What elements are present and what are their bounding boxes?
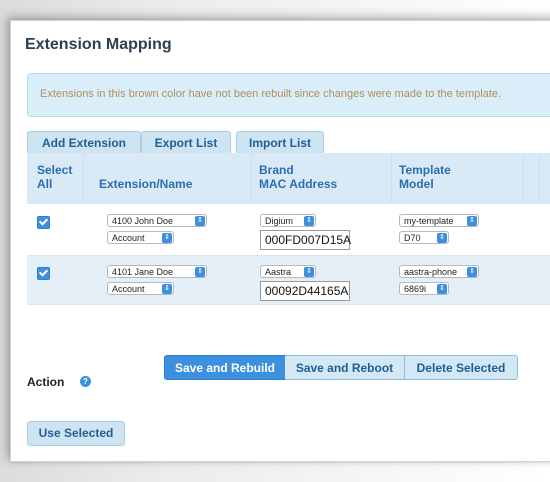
extension-mapping-panel: Extension Mapping Extensions in this bro…	[10, 20, 550, 462]
mac-address-input[interactable]: 00092D44165A	[260, 281, 350, 301]
mac-address-input[interactable]: 000FD007D15A	[260, 230, 351, 250]
export-list-button[interactable]: Export List	[141, 131, 231, 155]
chevron-updown-icon: ⇕	[162, 284, 172, 294]
save-and-rebuild-button[interactable]: Save and Rebuild	[164, 355, 286, 380]
template-select[interactable]: my-template ⇕	[399, 214, 479, 227]
account-value: Account	[112, 233, 145, 243]
template-header: Template	[399, 163, 451, 177]
chevron-updown-icon: ⇕	[437, 284, 447, 294]
brand-value: Digium	[265, 216, 294, 226]
chevron-updown-icon: ⇕	[195, 267, 205, 277]
brand-value: Aastra	[265, 267, 292, 277]
chevron-updown-icon: ⇕	[304, 267, 314, 277]
row-checkbox[interactable]	[37, 267, 50, 280]
account-select[interactable]: Account ⇕	[107, 231, 174, 244]
chevron-updown-icon: ⇕	[162, 233, 172, 243]
extension-select[interactable]: 4100 John Doe ⇕	[107, 214, 207, 227]
chevron-updown-icon: ⇕	[195, 216, 205, 226]
select-header-line2: All	[37, 177, 53, 191]
extension-name-header: Extension/Name	[99, 177, 193, 191]
info-notice: Extensions in this brown color have not …	[27, 73, 550, 117]
table-row: 4101 Jane Doe ⇕ Account ⇕ Aastra ⇕ 00092…	[27, 255, 550, 305]
brand-select[interactable]: Aastra ⇕	[260, 265, 316, 278]
action-label: Action	[27, 375, 65, 389]
help-icon[interactable]: ?	[80, 376, 91, 387]
table-header: Select All Extension/Name Brand MAC Addr…	[27, 153, 550, 203]
brand-select[interactable]: Digium ⇕	[260, 214, 316, 227]
template-model-header: Template Model	[399, 163, 451, 191]
extension-table: Select All Extension/Name Brand MAC Addr…	[27, 153, 550, 305]
extension-value: 4100 John Doe	[112, 216, 174, 226]
model-value: D70	[404, 233, 421, 243]
template-value: my-template	[404, 216, 454, 226]
chevron-updown-icon: ⇕	[467, 267, 477, 277]
extension-value: 4101 Jane Doe	[112, 267, 174, 277]
import-list-button[interactable]: Import List	[236, 131, 324, 155]
save-and-reboot-button[interactable]: Save and Reboot	[285, 355, 405, 380]
select-header-line1: Select	[37, 163, 73, 177]
delete-selected-button[interactable]: Delete Selected	[405, 355, 518, 380]
notice-text: Extensions in this brown color have not …	[40, 88, 502, 100]
account-select[interactable]: Account ⇕	[107, 282, 174, 295]
brand-mac-header: Brand MAC Address	[259, 163, 337, 191]
add-extension-button[interactable]: Add Extension	[27, 131, 141, 155]
model-header: Model	[399, 177, 434, 191]
row-checkbox[interactable]	[37, 216, 50, 229]
account-value: Account	[112, 284, 145, 294]
template-value: aastra-phone	[404, 267, 458, 277]
chevron-updown-icon: ⇕	[304, 216, 314, 226]
extension-select[interactable]: 4101 Jane Doe ⇕	[107, 265, 207, 278]
use-selected-button[interactable]: Use Selected	[27, 421, 125, 446]
chevron-updown-icon: ⇕	[437, 233, 447, 243]
table-row: 4100 John Doe ⇕ Account ⇕ Digium ⇕ 000FD…	[27, 203, 550, 255]
model-value: 6869i	[404, 284, 427, 294]
page-title: Extension Mapping	[25, 36, 172, 53]
select-all-header[interactable]: Select All	[37, 163, 72, 191]
chevron-updown-icon: ⇕	[467, 216, 477, 226]
template-select[interactable]: aastra-phone ⇕	[399, 265, 479, 278]
mac-header: MAC Address	[259, 177, 338, 191]
model-select[interactable]: 6869i ⇕	[399, 282, 449, 295]
brand-header: Brand	[259, 163, 294, 177]
model-select[interactable]: D70 ⇕	[399, 231, 449, 244]
